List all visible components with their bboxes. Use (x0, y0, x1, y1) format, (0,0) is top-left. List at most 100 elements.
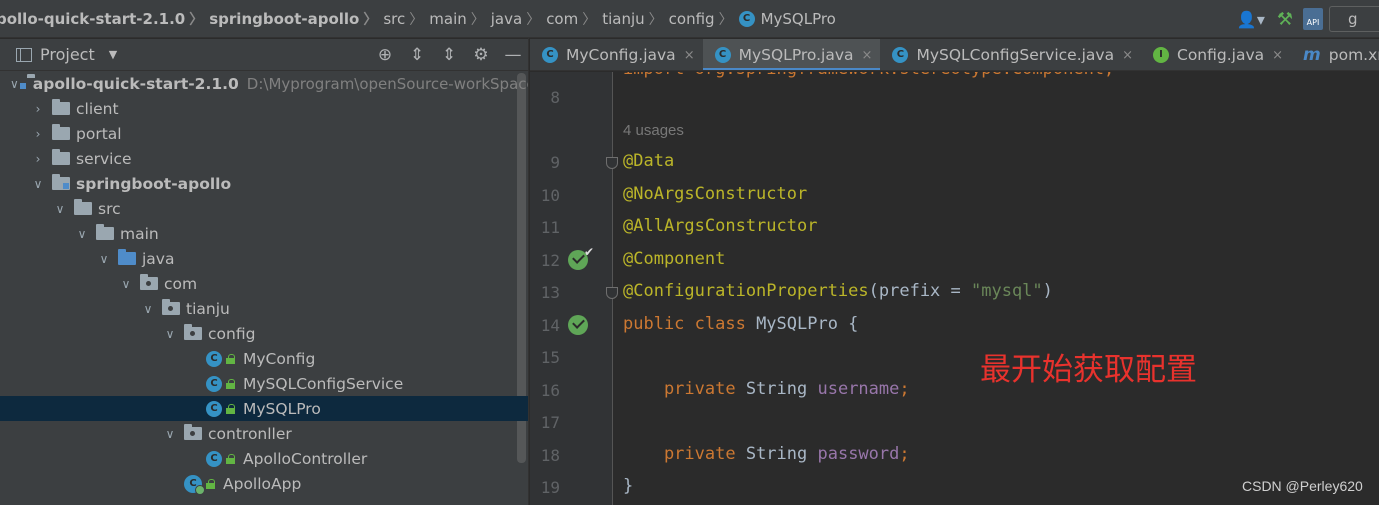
expand-all-icon[interactable]: ⇕ (408, 45, 426, 65)
tree-row[interactable]: ∨ contronller (0, 421, 528, 446)
tree-row[interactable]: ∨ config (0, 321, 528, 346)
code-token: String (745, 444, 818, 464)
chevron-right-icon[interactable]: › (32, 127, 44, 141)
tree-row[interactable]: ∨ springboot-apollo (0, 171, 528, 196)
class-icon: C (542, 47, 558, 63)
usages-hint[interactable]: 4 usages (623, 122, 684, 139)
folder-icon (52, 149, 70, 165)
tree-row[interactable]: ∨ apollo-quick-start-2.1.0 D:\Myprogram\op… (0, 71, 528, 96)
chevron-down-icon[interactable]: ∨ (32, 177, 44, 191)
collapse-all-icon[interactable]: ⇕ (440, 45, 458, 65)
tree-row[interactable]: ›CApolloController (0, 446, 528, 471)
line-number: 17 (540, 413, 560, 432)
api-icon[interactable]: API (1303, 8, 1323, 30)
close-icon[interactable]: × (862, 48, 873, 63)
breadcrumb-label: tianju (602, 9, 645, 28)
chevron-down-icon[interactable]: ∨ (10, 77, 19, 91)
chevron-right-icon: 〉 (470, 11, 485, 28)
breadcrumb-item[interactable]: springboot-apollo 〉 (209, 9, 383, 29)
code-token: username (817, 379, 900, 399)
breadcrumb-item[interactable]: config 〉 (669, 9, 739, 29)
breadcrumb-item[interactable]: tianju 〉 (602, 9, 668, 29)
tree-item-label: MyConfig (243, 349, 316, 368)
chevron-down-icon[interactable]: ∨ (164, 427, 176, 441)
breadcrumb-label: pollo-quick-start-2.1.0 (0, 9, 186, 28)
tree-row[interactable]: ›CApolloApp (0, 471, 528, 496)
run-configuration-selector[interactable]: g (1329, 6, 1379, 32)
editor-tab[interactable]: I Config.java × (1141, 39, 1291, 70)
fold-marker-icon[interactable] (606, 287, 618, 299)
spring-bean-icon[interactable] (568, 315, 588, 335)
editor-tab[interactable]: C MyConfig.java × (530, 39, 703, 70)
chevron-down-icon[interactable]: ∨ (98, 252, 110, 266)
class-icon: C (206, 400, 222, 417)
breadcrumb-item[interactable]: C MySQLPro (738, 10, 836, 28)
line-number: 19 (540, 478, 560, 497)
editor-tab[interactable]: C MySQLConfigService.java × (880, 39, 1141, 70)
chevron-down-icon[interactable]: ▼ (109, 48, 117, 61)
tree-row[interactable]: › portal (0, 121, 528, 146)
chevron-down-icon[interactable]: ∨ (142, 302, 154, 316)
chevron-down-icon[interactable]: ∨ (76, 227, 88, 241)
project-panel-title[interactable]: Project (40, 45, 95, 64)
tree-row[interactable]: ∨ com (0, 271, 528, 296)
code-line: @Component (623, 249, 725, 269)
build-hammer-icon[interactable]: ⚒ (1277, 9, 1293, 30)
minimize-icon[interactable]: — (504, 45, 522, 65)
code-token: private (623, 379, 746, 399)
breadcrumb-item[interactable]: pollo-quick-start-2.1.0 〉 (0, 9, 209, 29)
chevron-right-icon[interactable]: › (32, 152, 44, 166)
tree-item-label: MySQLConfigService (243, 374, 404, 393)
project-panel-header: Project ▼ ⊕ ⇕ ⇕ ⚙ — (0, 39, 528, 71)
chevron-right-icon[interactable]: › (32, 102, 44, 116)
chevron-down-icon[interactable]: ∨ (120, 277, 132, 291)
tree-row[interactable]: ›CMyConfig (0, 346, 528, 371)
lock-icon (206, 478, 215, 489)
breadcrumb-item[interactable]: src 〉 (383, 9, 429, 29)
project-tree[interactable]: ∨ apollo-quick-start-2.1.0 D:\Myprogram\op… (0, 71, 528, 505)
chevron-right-icon: 〉 (526, 11, 541, 28)
tree-row[interactable]: › client (0, 96, 528, 121)
tree-row[interactable]: ›CMySQLPro (0, 396, 528, 421)
tree-item-label: ApolloController (243, 449, 368, 468)
tree-row[interactable]: ∨ java (0, 246, 528, 271)
breadcrumb-item[interactable]: java 〉 (491, 9, 546, 29)
line-number: 8 (550, 88, 560, 107)
breadcrumb-item[interactable]: main 〉 (429, 9, 490, 29)
user-icon[interactable]: 👤▾ (1237, 10, 1265, 29)
code-token: private (623, 444, 746, 464)
gear-icon[interactable]: ⚙ (472, 45, 490, 65)
tree-row[interactable]: ∨ tianju (0, 296, 528, 321)
close-icon[interactable]: × (1272, 48, 1283, 63)
code-editor[interactable]: 最开始获取配置 CSDN @Perley620 import org.sprin… (530, 72, 1379, 505)
close-icon[interactable]: × (684, 48, 695, 63)
code-token: (prefix = (868, 281, 971, 301)
breadcrumb-item[interactable]: com 〉 (546, 9, 602, 29)
line-number: 16 (540, 381, 560, 400)
main-toolbar: 👤▾ ⚒ API g (1236, 0, 1379, 37)
code-token: String (745, 379, 818, 399)
tree-row[interactable]: ∨ src (0, 196, 528, 221)
code-token: @NoArgsConstructor (623, 184, 808, 204)
tree-row[interactable]: ›CMySQLConfigService (0, 371, 528, 396)
tree-item-label: java (142, 249, 175, 268)
code-token: @AllArgsConstructor (623, 216, 818, 236)
breadcrumb: pollo-quick-start-2.1.0 〉 springboot-apoll… (0, 9, 836, 29)
line-number: 12 (540, 251, 560, 270)
locate-file-icon[interactable]: ⊕ (376, 45, 394, 65)
close-icon[interactable]: × (1122, 48, 1133, 63)
chevron-down-icon[interactable]: ∨ (164, 327, 176, 341)
editor-tab[interactable]: C MySQLPro.java × (702, 39, 881, 70)
code-token: @Component (623, 249, 726, 269)
overlay-annotation-text: 最开始获取配置 (980, 352, 1197, 388)
editor-tab[interactable]: m pom.xml (s (1291, 39, 1379, 70)
code-line: import org.springframework.stereotype.Co… (623, 72, 1114, 79)
code-token: "mysql" (971, 281, 1043, 301)
fold-marker-icon[interactable] (606, 157, 618, 169)
line-number: 10 (540, 186, 560, 205)
chevron-down-icon[interactable]: ∨ (54, 202, 66, 216)
tree-row[interactable]: ∨ main (0, 221, 528, 246)
line-number: 15 (540, 348, 560, 367)
tree-row[interactable]: › service (0, 146, 528, 171)
package-icon (140, 274, 158, 290)
